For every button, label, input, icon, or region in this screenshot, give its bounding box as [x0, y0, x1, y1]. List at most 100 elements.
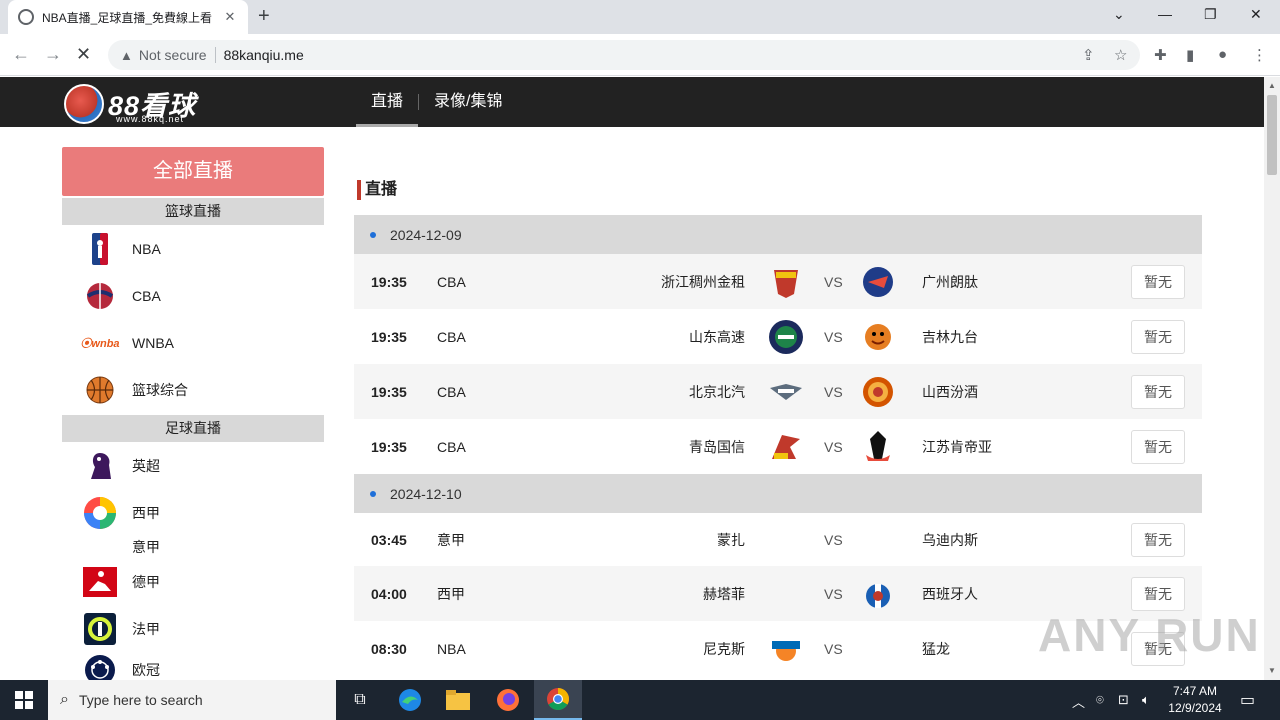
back-icon[interactable]: ← [12, 44, 30, 65]
match-league: CBA [437, 273, 466, 290]
stream-button[interactable]: 暂无 [1131, 264, 1185, 299]
sidebar-item-nba[interactable]: NBA [62, 225, 324, 272]
vs-label: VS [824, 438, 843, 455]
match-row[interactable]: 19:35 CBA 青岛国信 VS 江苏肯帝亚 暂无 [354, 419, 1202, 474]
home-team: 山东高速 [689, 328, 745, 345]
sidebar-item-bundesliga[interactable]: 德甲 [62, 558, 324, 605]
edge-icon[interactable] [386, 680, 434, 720]
network-icon[interactable]: ⊡ [1118, 692, 1129, 708]
scroll-thumb[interactable] [1267, 95, 1277, 175]
vs-label: VS [824, 531, 843, 548]
stop-loading-icon[interactable]: ✕ [76, 44, 91, 65]
sidebar-item-label: 法甲 [132, 620, 160, 637]
match-time: 19:35 [371, 438, 407, 455]
not-secure-label: Not secure [138, 47, 207, 63]
nav-replays[interactable]: 录像/集锦 [419, 77, 517, 127]
match-row[interactable]: 19:35 CBA 浙江稠州金租 VS 广州朗肽 暂无 [354, 254, 1202, 309]
sidebar-item-ligue1[interactable]: 法甲 [62, 605, 324, 652]
premier-league-icon [82, 448, 118, 484]
search-icon: ⌕ [60, 691, 69, 708]
sidebar-item-label: 篮球综合 [132, 381, 188, 398]
share-icon[interactable]: ⇪ [1082, 46, 1095, 64]
notifications-icon[interactable]: ▭ [1240, 690, 1255, 710]
forward-icon[interactable]: → [44, 44, 62, 65]
stream-button[interactable]: 暂无 [1131, 576, 1185, 611]
qingdao-team-logo-icon [768, 429, 804, 465]
sidebar-item-basketball-general[interactable]: 篮球综合 [62, 366, 324, 413]
nba-logo-icon [82, 231, 118, 267]
tray-chevron-icon[interactable]: ︿ [1072, 692, 1085, 711]
shandong-team-logo-icon [768, 319, 804, 355]
logo-url: www.88kq.net [116, 114, 185, 124]
schedule-list: 2024-12-09 19:35 CBA 浙江稠州金租 VS 广州朗肽 暂无 1… [354, 215, 1202, 676]
match-league: CBA [437, 328, 466, 345]
all-live-button[interactable]: 全部直播 [62, 147, 324, 196]
cba-logo-icon [82, 278, 118, 314]
firefox-icon[interactable] [484, 680, 532, 720]
system-clock[interactable]: 7:47 AM 12/9/2024 [1158, 683, 1232, 717]
sidebar-item-label: 欧冠 [132, 662, 160, 678]
sidebar: 全部直播 篮球直播 NBA CBA ⦿wnba WNBA 篮球综合 足球直播 英… [62, 147, 324, 688]
browser-tab[interactable]: NBA直播_足球直播_免費線上看 ✕ [8, 0, 248, 34]
basketball-section-heading: 篮球直播 [62, 198, 324, 225]
sidebar-item-laliga[interactable]: 西甲 [62, 489, 324, 536]
match-league: CBA [437, 383, 466, 400]
date-dot-icon [370, 231, 376, 238]
sidebar-item-label: 意甲 [132, 539, 160, 555]
sidebar-item-label: 德甲 [132, 573, 160, 590]
tray-device-icon[interactable]: ⌾ [1096, 692, 1104, 708]
profile-icon[interactable]: ● [1218, 46, 1227, 63]
start-button[interactable] [0, 680, 48, 720]
scroll-down-icon[interactable]: ▼ [1268, 666, 1276, 675]
match-league: 意甲 [437, 531, 465, 548]
sidebar-item-wnba[interactable]: ⦿wnba WNBA [62, 319, 324, 366]
stream-button[interactable]: 暂无 [1131, 429, 1185, 464]
date-header: 2024-12-10 [354, 474, 1202, 513]
away-team: 西班牙人 [922, 585, 978, 602]
nav-live[interactable]: 直播 [356, 77, 419, 127]
file-explorer-icon[interactable] [434, 680, 482, 720]
volume-icon[interactable]: 🔈︎ [1142, 692, 1150, 708]
bookmark-star-icon[interactable]: ☆ [1114, 46, 1127, 64]
taskbar-search[interactable]: ⌕ Type here to search [48, 680, 336, 720]
match-time: 04:00 [371, 585, 407, 602]
scroll-up-icon[interactable]: ▲ [1268, 81, 1276, 90]
stream-button[interactable]: 暂无 [1131, 319, 1185, 354]
knicks-logo-icon [768, 631, 804, 667]
match-row[interactable]: 19:35 CBA 北京北汽 VS 山西汾酒 暂无 [354, 364, 1202, 419]
menu-icon[interactable]: ⋮ [1252, 46, 1267, 64]
site-logo[interactable]: 88看球 www.88kq.net [64, 82, 206, 124]
match-time: 08:30 [371, 640, 407, 657]
stream-button[interactable]: 暂无 [1131, 374, 1185, 409]
side-panel-icon[interactable]: ▮ [1186, 46, 1194, 64]
address-bar[interactable]: ▲ Not secure 88kanqiu.me [108, 40, 1140, 70]
site-header: 88看球 www.88kq.net 直播 录像/集锦 [0, 77, 1264, 127]
stream-button[interactable]: 暂无 [1131, 522, 1185, 557]
tab-close-icon[interactable]: ✕ [222, 9, 238, 25]
tab-search-icon[interactable]: ⌄ [1113, 6, 1125, 23]
sidebar-item-label: NBA [132, 240, 161, 257]
away-team: 山西汾酒 [922, 383, 978, 400]
page-scrollbar[interactable]: ▲ ▼ [1264, 77, 1280, 680]
browser-tabbar: NBA直播_足球直播_免費線上看 ✕ + ⌄ — ❐ ✕ [0, 0, 1280, 34]
sidebar-item-serie-a[interactable]: 意甲 [62, 536, 324, 558]
away-team: 江苏肯帝亚 [922, 438, 992, 455]
task-view-icon[interactable]: ⧉ [336, 680, 384, 720]
sidebar-item-cba[interactable]: CBA [62, 272, 324, 319]
wnba-logo-icon: ⦿wnba [80, 337, 120, 350]
window-close-icon[interactable]: ✕ [1250, 6, 1262, 23]
match-row[interactable]: 03:45 意甲 蒙扎 VS 乌迪内斯 暂无 [354, 513, 1202, 566]
ligue1-icon [82, 611, 118, 647]
zhejiang-team-logo-icon [768, 264, 804, 300]
minimize-icon[interactable]: — [1158, 6, 1172, 22]
match-row[interactable]: 19:35 CBA 山东高速 VS 吉林九台 暂无 [354, 309, 1202, 364]
sidebar-item-label: WNBA [132, 334, 174, 351]
clock-time: 7:47 AM [1172, 684, 1218, 698]
new-tab-icon[interactable]: + [258, 5, 270, 28]
extensions-icon[interactable]: ✚ [1154, 46, 1167, 64]
restore-icon[interactable]: ❐ [1204, 6, 1217, 23]
match-league: 西甲 [437, 585, 465, 602]
sidebar-item-premier-league[interactable]: 英超 [62, 442, 324, 489]
sidebar-item-label: 西甲 [132, 504, 160, 521]
chrome-icon[interactable] [534, 680, 582, 720]
